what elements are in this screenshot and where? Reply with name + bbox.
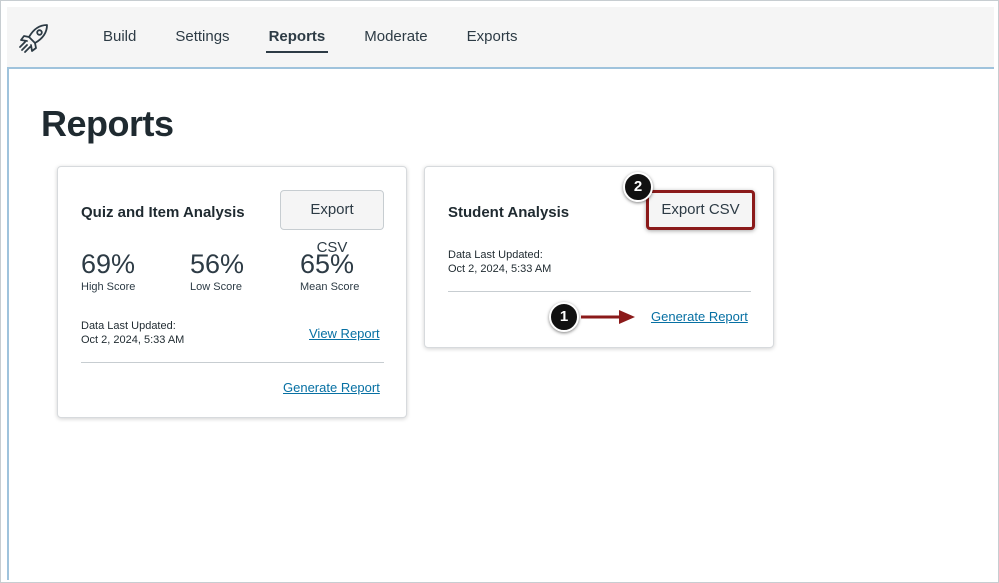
updated-value: Oct 2, 2024, 5:33 AM [448, 263, 552, 275]
export-csv-button[interactable]: Export CSV [646, 190, 755, 230]
stat-label: Low Score [190, 281, 242, 293]
updated-label: Data Last Updated: [81, 320, 176, 332]
content-border [7, 69, 9, 580]
top-navigation: Build Settings Reports Moderate Exports [7, 7, 994, 69]
callout-marker-1: 1 [549, 302, 579, 332]
divider [81, 362, 384, 363]
quiz-item-analysis-card: Quiz and Item Analysis Export CSV 69% Hi… [57, 166, 407, 418]
data-last-updated: Data Last Updated: Oct 2, 2024, 5:33 AM [448, 248, 551, 276]
export-csv-button[interactable]: Export CSV [280, 190, 384, 256]
tab-reports[interactable]: Reports [265, 7, 328, 67]
view-report-link[interactable]: View Report [309, 326, 380, 341]
nav-tabs: Build Settings Reports Moderate Exports [103, 7, 556, 67]
page-title: Reports [41, 103, 174, 144]
generate-report-link[interactable]: Generate Report [651, 309, 748, 324]
app-frame: Build Settings Reports Moderate Exports … [0, 0, 999, 583]
stat-value: 65% [300, 249, 355, 279]
tab-settings[interactable]: Settings [175, 7, 229, 67]
stat-value: 56% [190, 249, 245, 279]
mean-score-stat: 65% Mean Score [300, 249, 359, 293]
divider [448, 291, 751, 292]
stat-label: High Score [81, 281, 136, 293]
card-title: Student Analysis [448, 204, 570, 221]
callout-marker-2: 2 [623, 172, 653, 202]
tab-moderate[interactable]: Moderate [364, 7, 427, 67]
arrow-right-icon [581, 310, 635, 324]
data-last-updated: Data Last Updated: Oct 2, 2024, 5:33 AM [81, 319, 184, 347]
high-score-stat: 69% High Score [81, 249, 135, 293]
stat-value: 69% [81, 249, 136, 279]
card-title: Quiz and Item Analysis [81, 204, 245, 221]
rocket-icon[interactable] [17, 21, 51, 55]
generate-report-link[interactable]: Generate Report [283, 380, 380, 395]
updated-label: Data Last Updated: [448, 249, 543, 261]
low-score-stat: 56% Low Score [190, 249, 244, 293]
updated-value: Oct 2, 2024, 5:33 AM [81, 334, 185, 346]
tab-exports[interactable]: Exports [467, 7, 518, 67]
stat-label: Mean Score [300, 281, 360, 293]
tab-build[interactable]: Build [103, 7, 136, 67]
